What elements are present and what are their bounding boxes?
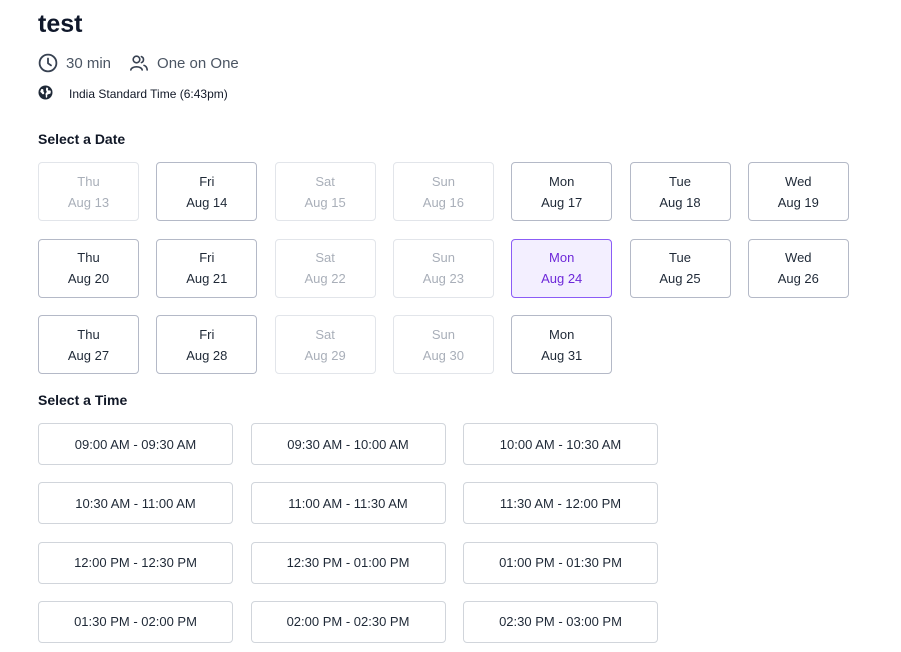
date-day: Aug 24	[541, 271, 583, 286]
time-slot-button[interactable]: 10:00 AM - 10:30 AM	[463, 423, 658, 465]
time-grid: 09:00 AM - 09:30 AM 09:30 AM - 10:00 AM 10…	[38, 423, 658, 643]
date-weekday: Wed	[785, 250, 812, 265]
date-option: Sat Aug 22	[274, 238, 376, 298]
event-meta: 30 min One on One	[38, 52, 239, 74]
select-time-heading: Select a Time	[38, 392, 128, 408]
date-option[interactable]: Mon Aug 17	[511, 162, 613, 221]
date-day: Aug 19	[777, 194, 819, 210]
meeting-type: One on One	[157, 54, 239, 72]
time-slot-button[interactable]: 12:30 PM - 01:00 PM	[250, 541, 446, 584]
date-weekday: Fri	[199, 326, 215, 342]
event-duration: 30 min	[66, 54, 112, 72]
date-day: Aug 15	[304, 194, 346, 210]
date-weekday: Sun	[431, 250, 455, 265]
date-day: Aug 14	[186, 194, 228, 210]
date-option[interactable]: Mon Aug 31	[511, 315, 613, 374]
date-weekday: Mon	[549, 326, 575, 342]
date-weekday: Tue	[669, 173, 691, 189]
date-weekday: Tue	[669, 250, 691, 265]
date-weekday: Thu	[77, 250, 100, 265]
event-title: test	[38, 10, 83, 38]
date-weekday: Wed	[785, 173, 812, 189]
date-weekday: Thu	[77, 326, 100, 342]
time-slot-button[interactable]: 02:30 PM - 03:00 PM	[463, 600, 658, 643]
date-option[interactable]: Fri Aug 28	[156, 315, 258, 374]
date-option[interactable]: Wed Aug 19	[747, 162, 849, 221]
booking-page: test 30 min One on One India Standard Ti…	[0, 0, 901, 652]
date-day: Aug 21	[186, 271, 228, 286]
date-day: Aug 26	[777, 271, 819, 286]
date-day: Aug 17	[541, 194, 583, 210]
date-day: Aug 31	[541, 347, 583, 363]
timezone-row: India Standard Time (6:43pm)	[38, 85, 228, 103]
date-day: Aug 30	[422, 347, 464, 363]
date-weekday: Thu	[77, 173, 100, 189]
date-option: Sun Aug 23	[392, 238, 494, 298]
date-day: Aug 22	[304, 271, 346, 286]
date-option: Sat Aug 29	[274, 315, 376, 374]
date-day: Aug 25	[659, 271, 701, 286]
date-option[interactable]: Tue Aug 25	[629, 238, 731, 298]
select-date-heading: Select a Date	[38, 131, 126, 147]
date-weekday: Sun	[431, 173, 455, 189]
time-slot-button[interactable]: 09:30 AM - 10:00 AM	[250, 423, 446, 465]
date-weekday: Mon	[549, 250, 575, 265]
date-weekday: Sat	[315, 173, 335, 189]
time-slot-button[interactable]: 10:30 AM - 11:00 AM	[38, 482, 233, 525]
date-grid: Thu Aug 13 Fri Aug 14 Sat Aug 15 Sun Aug 16 Mon A…	[38, 162, 850, 374]
time-slot-button[interactable]: 01:30 PM - 02:00 PM	[38, 600, 233, 643]
time-slot-button[interactable]: 11:00 AM - 11:30 AM	[250, 482, 446, 525]
time-slot-button[interactable]: 09:00 AM - 09:30 AM	[38, 423, 233, 465]
date-option[interactable]: Thu Aug 20	[38, 238, 139, 298]
date-option[interactable]: Wed Aug 26	[747, 238, 849, 298]
date-option: Thu Aug 13	[38, 162, 139, 221]
date-option: Sat Aug 15	[274, 162, 376, 221]
date-weekday: Sat	[315, 326, 335, 342]
clock-icon	[38, 53, 58, 73]
time-slot-button[interactable]: 02:00 PM - 02:30 PM	[250, 600, 446, 643]
date-day: Aug 28	[186, 347, 228, 363]
date-weekday: Sun	[431, 326, 455, 342]
globe-icon	[38, 85, 53, 103]
date-day: Aug 13	[67, 194, 110, 210]
users-icon	[129, 53, 149, 73]
date-weekday: Fri	[199, 250, 215, 265]
date-option: Sun Aug 16	[392, 162, 494, 221]
date-day: Aug 23	[422, 271, 464, 286]
date-option: Sun Aug 30	[392, 315, 494, 374]
timezone-label: India Standard Time (6:43pm)	[69, 87, 228, 101]
time-slot-button[interactable]: 12:00 PM - 12:30 PM	[38, 541, 233, 584]
date-day: Aug 18	[659, 194, 701, 210]
date-day: Aug 29	[304, 347, 346, 363]
date-weekday: Fri	[199, 173, 215, 189]
time-slot-button[interactable]: 01:00 PM - 01:30 PM	[463, 541, 658, 584]
date-option[interactable]: Mon Aug 24	[511, 238, 613, 298]
time-slot-button[interactable]: 11:30 AM - 12:00 PM	[463, 482, 658, 525]
date-option[interactable]: Tue Aug 18	[629, 162, 731, 221]
date-option[interactable]: Fri Aug 21	[156, 238, 258, 298]
date-day: Aug 27	[67, 347, 110, 363]
date-day: Aug 16	[422, 194, 464, 210]
date-option[interactable]: Fri Aug 14	[156, 162, 258, 221]
date-weekday: Mon	[549, 173, 575, 189]
date-weekday: Sat	[315, 250, 335, 265]
date-option[interactable]: Thu Aug 27	[38, 315, 139, 374]
date-day: Aug 20	[67, 271, 110, 286]
